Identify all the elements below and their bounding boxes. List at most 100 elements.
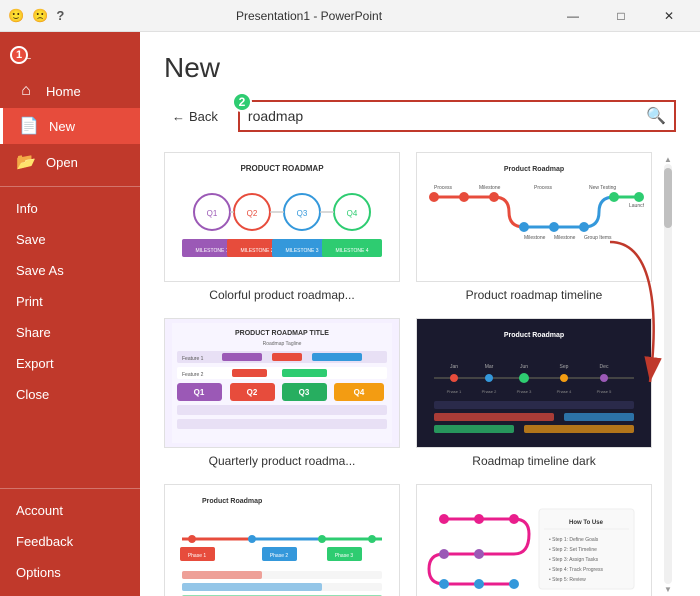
template-thumb: Product Roadmap Jan Mar Jun Sep — [416, 318, 652, 448]
sidebar-item-back[interactable]: 1 ← — [0, 40, 140, 74]
svg-text:Q2: Q2 — [247, 209, 258, 218]
svg-text:Dec: Dec — [600, 364, 609, 370]
svg-text:Phase 3: Phase 3 — [517, 389, 532, 394]
sidebar-save-label: Save — [16, 232, 46, 247]
emoji-sad-icon[interactable]: 🙁 — [32, 8, 48, 24]
svg-text:• Step 5: Review: • Step 5: Review — [549, 577, 586, 583]
svg-text:• Step 1: Define Goals: • Step 1: Define Goals — [549, 537, 599, 543]
template-thumb: PRODUCT ROADMAP TITLE Roadmap Tagline Fe… — [164, 318, 400, 448]
svg-text:Milestone: Milestone — [479, 185, 501, 191]
svg-text:MILESTONE 2: MILESTONE 2 — [241, 248, 274, 254]
svg-text:Process: Process — [534, 185, 553, 191]
svg-text:Phase 5: Phase 5 — [597, 389, 612, 394]
sidebar-new-label: New — [49, 119, 75, 134]
template-thumb: Product Roadmap — [416, 152, 652, 282]
sidebar-open-label: Open — [46, 155, 78, 170]
home-icon: ⌂ — [16, 82, 36, 100]
sidebar-item-feedback[interactable]: Feedback — [0, 526, 140, 557]
svg-text:Product Roadmap: Product Roadmap — [504, 332, 564, 339]
svg-text:Launch: Launch — [629, 203, 644, 209]
sidebar-item-open[interactable]: 📂 Open — [0, 144, 140, 180]
sidebar: 1 ← ⌂ Home 📄 New 📂 Open Info Save — [0, 32, 140, 596]
sidebar-item-new[interactable]: 📄 New — [0, 108, 140, 144]
svg-text:Mar: Mar — [485, 364, 494, 370]
search-input[interactable] — [248, 108, 646, 124]
sidebar-item-print[interactable]: Print — [0, 286, 140, 317]
main-content: New ← Back 2 🔍 — [140, 32, 700, 596]
sidebar-feedback-label: Feedback — [16, 534, 73, 549]
badge-1: 1 — [10, 46, 28, 64]
template-item[interactable]: Product Roadmap Jan Mar Jun Sep — [416, 318, 652, 468]
maximize-button[interactable]: □ — [598, 0, 644, 32]
svg-text:Phase 1: Phase 1 — [188, 553, 207, 559]
sidebar-close-label: Close — [16, 387, 49, 402]
sidebar-item-info[interactable]: Info — [0, 193, 140, 224]
help-icon[interactable]: ? — [56, 8, 64, 23]
sidebar-item-account[interactable]: Account — [0, 495, 140, 526]
search-row: ← Back 2 🔍 — [164, 100, 676, 132]
templates-grid: PRODUCT ROADMAP Q1 Q2 Q3 Q4 — [164, 152, 660, 596]
sidebar-options-label: Options — [16, 565, 61, 580]
svg-text:PRODUCT ROADMAP: PRODUCT ROADMAP — [240, 164, 324, 173]
sidebar-account-label: Account — [16, 503, 63, 518]
template-thumb: PRODUCT ROADMAP Q1 Q2 Q3 Q4 — [164, 152, 400, 282]
sidebar-divider-2 — [0, 488, 140, 489]
search-box: 2 🔍 — [238, 100, 676, 132]
sidebar-item-save[interactable]: Save — [0, 224, 140, 255]
svg-text:Q3: Q3 — [299, 388, 310, 397]
sidebar-item-close[interactable]: Close — [0, 379, 140, 410]
emoji-happy-icon[interactable]: 🙂 — [8, 8, 24, 24]
back-label: Back — [189, 109, 218, 124]
sidebar-item-saveas[interactable]: Save As — [0, 255, 140, 286]
new-icon: 📄 — [19, 116, 39, 136]
sidebar-export-label: Export — [16, 356, 54, 371]
open-icon: 📂 — [16, 152, 36, 172]
sidebar-saveas-label: Save As — [16, 263, 64, 278]
template-item[interactable]: Product Roadmap — [416, 152, 652, 302]
svg-text:Feature 1: Feature 1 — [182, 356, 204, 362]
svg-text:• Step 4: Track Progress: • Step 4: Track Progress — [549, 567, 603, 573]
svg-text:Sep: Sep — [560, 364, 569, 370]
svg-text:Q4: Q4 — [354, 388, 365, 397]
back-arrow-icon: ← — [172, 109, 185, 124]
svg-text:Q2: Q2 — [247, 388, 258, 397]
sidebar-print-label: Print — [16, 294, 43, 309]
title-bar: 🙂 🙁 ? Presentation1 - PowerPoint — □ ✕ — [0, 0, 700, 32]
search-icon[interactable]: 🔍 — [646, 106, 666, 126]
svg-text:• Step 3: Assign Tasks: • Step 3: Assign Tasks — [549, 557, 599, 563]
minimize-button[interactable]: — — [550, 0, 596, 32]
svg-text:Product Roadmap: Product Roadmap — [202, 498, 262, 505]
template-item[interactable]: PRODUCT ROADMAP Q1 Q2 Q3 Q4 — [164, 152, 400, 302]
svg-text:Q1: Q1 — [207, 209, 218, 218]
svg-text:Product Roadmap: Product Roadmap — [504, 166, 564, 173]
svg-text:Jun: Jun — [520, 364, 528, 370]
template-item[interactable]: How To Use • Step 1: Define Goals • Step… — [416, 484, 652, 596]
sidebar-top: 1 ← ⌂ Home 📄 New 📂 Open Info Save — [0, 32, 140, 418]
scrollbar[interactable]: ▲ ▼ — [660, 152, 676, 596]
close-button[interactable]: ✕ — [646, 0, 692, 32]
template-item[interactable]: PRODUCT ROADMAP TITLE Roadmap Tagline Fe… — [164, 318, 400, 468]
sidebar-share-label: Share — [16, 325, 51, 340]
svg-text:MILESTONE 4: MILESTONE 4 — [336, 248, 369, 254]
svg-text:Q3: Q3 — [297, 209, 308, 218]
svg-text:Milestone: Milestone — [524, 235, 546, 241]
template-name: Roadmap timeline dark — [416, 454, 652, 468]
sidebar-item-home[interactable]: ⌂ Home — [0, 74, 140, 108]
sidebar-item-export[interactable]: Export — [0, 348, 140, 379]
sidebar-divider-1 — [0, 186, 140, 187]
svg-text:Phase 2: Phase 2 — [482, 389, 497, 394]
template-item[interactable]: Product Roadmap — [164, 484, 400, 596]
scroll-down-button[interactable]: ▼ — [664, 584, 672, 594]
sidebar-info-label: Info — [16, 201, 38, 216]
template-name: Colorful product roadmap... — [164, 288, 400, 302]
back-button[interactable]: ← Back — [164, 105, 226, 128]
app-body: 1 ← ⌂ Home 📄 New 📂 Open Info Save — [0, 32, 700, 596]
svg-text:Group Items: Group Items — [584, 235, 612, 241]
sidebar-item-options[interactable]: Options — [0, 557, 140, 588]
svg-text:Phase 1: Phase 1 — [447, 389, 462, 394]
scroll-up-button[interactable]: ▲ — [664, 154, 672, 164]
sidebar-item-share[interactable]: Share — [0, 317, 140, 348]
template-thumb: Product Roadmap — [164, 484, 400, 596]
svg-text:MILESTONE 3: MILESTONE 3 — [286, 248, 319, 254]
scrollbar-thumb[interactable] — [664, 168, 672, 228]
